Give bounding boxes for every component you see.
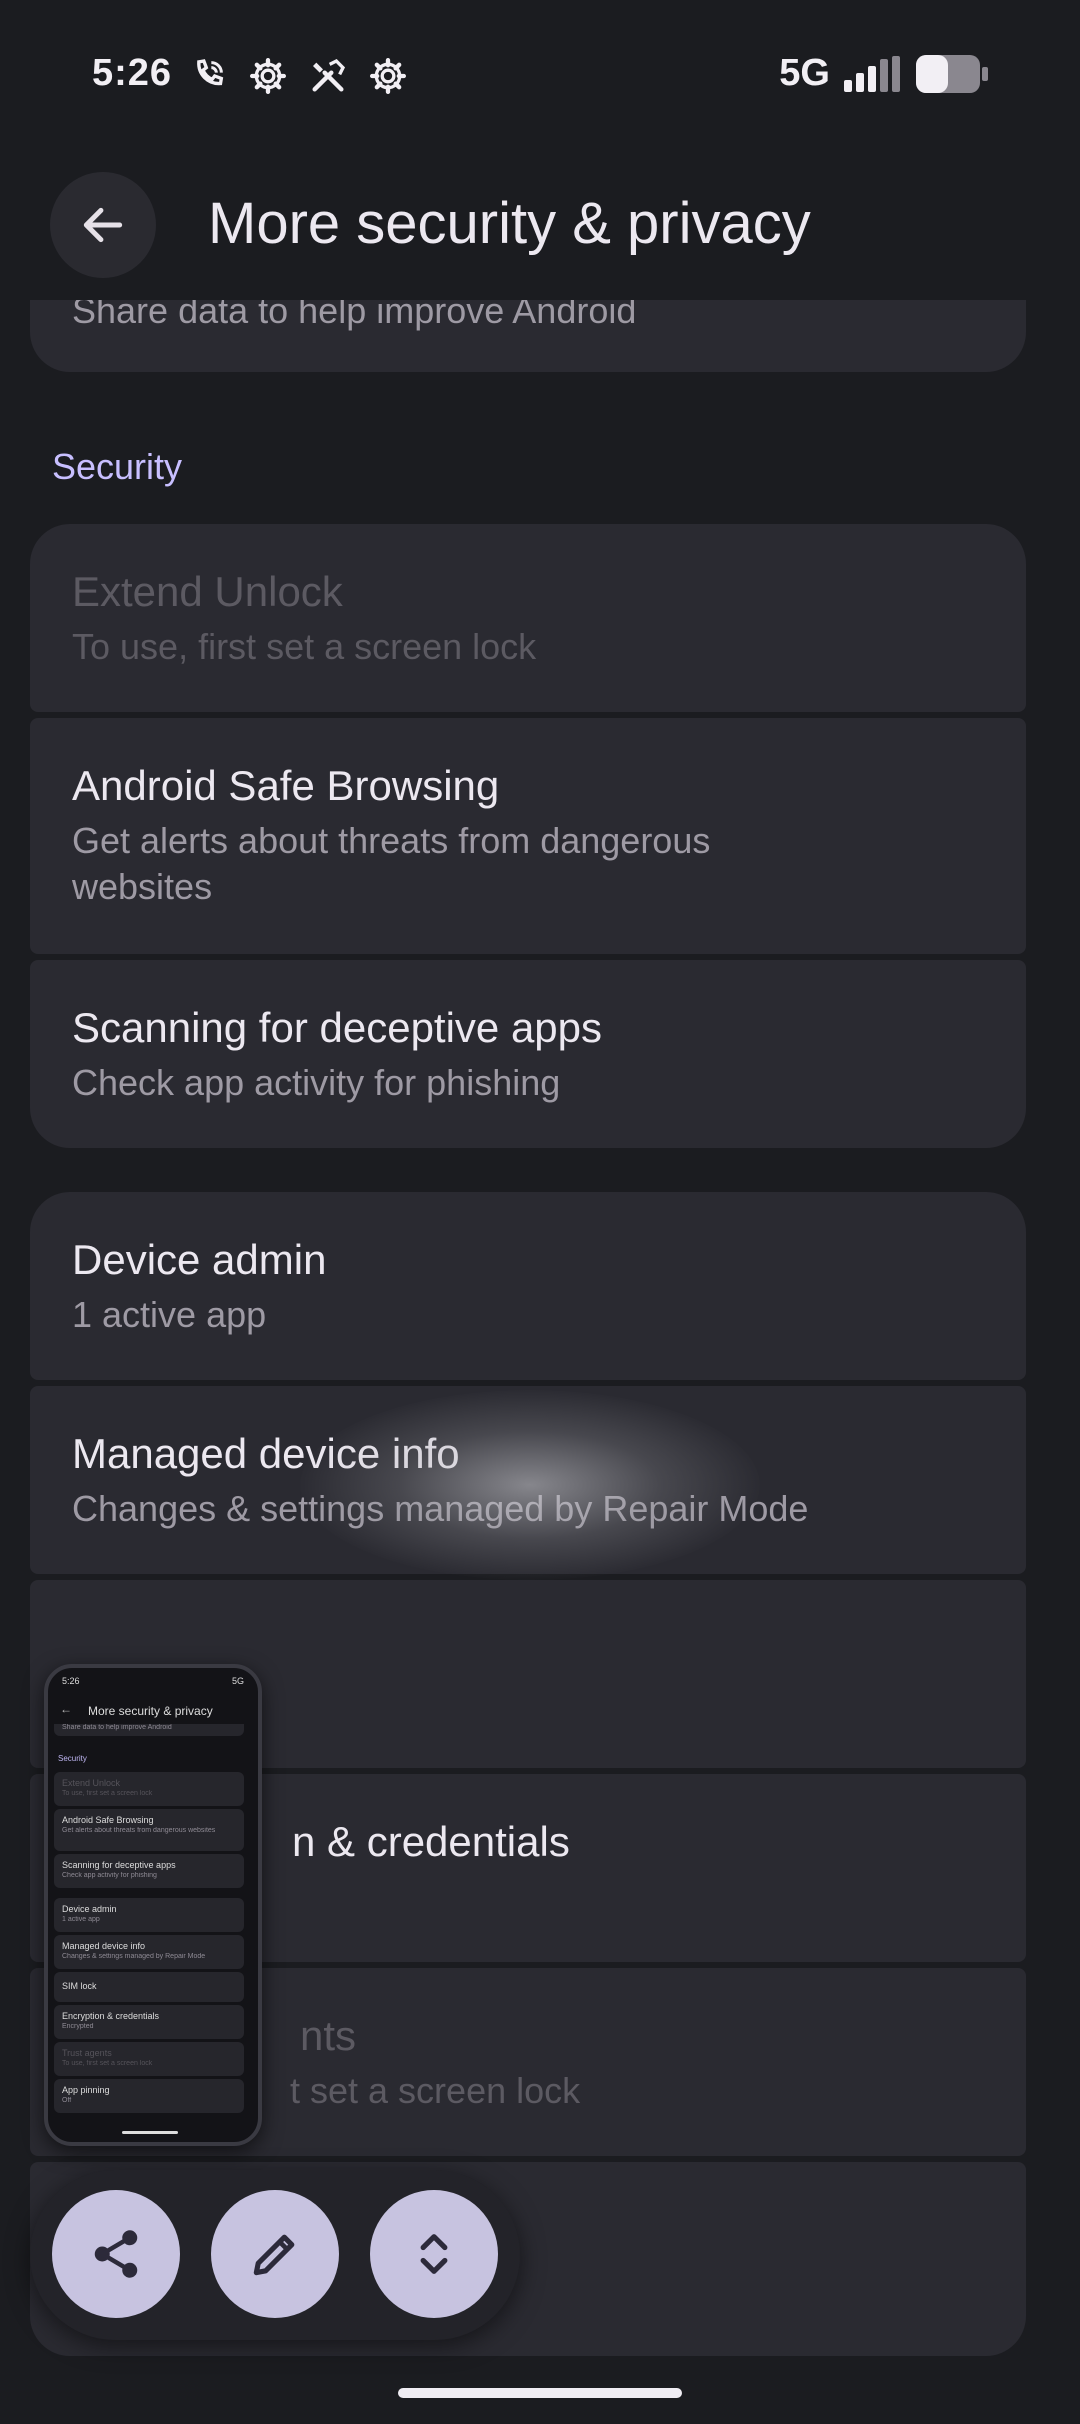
thumb-section: Security	[58, 1754, 87, 1763]
signal-icon	[844, 55, 900, 92]
status-time: 5:26	[92, 52, 173, 94]
item-title: nts	[300, 2012, 357, 2059]
network-type: 5G	[779, 52, 830, 94]
app-bar: More security & privacy	[0, 150, 1080, 300]
thumb-row-subtitle: Off	[62, 2097, 72, 2104]
item-title: Extend Unlock	[72, 568, 343, 615]
extend-unlock-item[interactable]: Extend Unlock To use, first set a screen…	[30, 524, 1026, 712]
thumb-back-icon: ←	[60, 1702, 72, 1716]
thumb-row-title: SIM lock	[62, 1981, 97, 1991]
thumb-row-subtitle: Share data to help improve Android	[62, 1724, 172, 1731]
section-header-security: Security	[52, 446, 183, 487]
settings-icon	[370, 58, 406, 95]
item-title: Managed device info	[72, 1430, 460, 1477]
thumb-row-title: Scanning for deceptive apps	[62, 1860, 176, 1870]
thumb-row-subtitle: 1 active app	[62, 1916, 100, 1923]
home-indicator[interactable]	[398, 2388, 682, 2398]
back-button[interactable]	[50, 172, 156, 278]
screenshot-preview[interactable]: 5:26 5G ← More security & privacy Share …	[44, 1664, 262, 2146]
tools-icon	[312, 58, 346, 92]
item-title: n & credentials	[292, 1818, 570, 1865]
thumb-row-subtitle: Changes & settings managed by Repair Mod…	[62, 1953, 206, 1960]
thumb-row: Device admin 1 active app	[54, 1898, 244, 1932]
thumb-row-title: App pinning	[62, 2085, 110, 2095]
item-subtitle: Changes & settings managed by Repair Mod…	[72, 1488, 809, 1529]
android-safe-browsing-item[interactable]: Android Safe Browsing Get alerts about t…	[30, 718, 1026, 954]
thumb-network: 5G	[231, 1676, 244, 1686]
thumb-row-title: Device admin	[62, 1904, 117, 1914]
item-title: Scanning for deceptive apps	[72, 1004, 603, 1051]
battery-icon	[916, 54, 988, 93]
thumb-time: 5:26	[62, 1676, 80, 1686]
thumb-row: App pinning Off	[54, 2079, 244, 2113]
page-title: More security & privacy	[208, 191, 811, 256]
thumb-row: Share data to help improve Android	[54, 1724, 244, 1736]
thumb-row: Trust agents To use, first set a screen …	[54, 2042, 244, 2076]
thumb-row: Encryption & credentials Encrypted	[54, 2005, 244, 2039]
expand-capture-button[interactable]	[370, 2190, 498, 2318]
wifi-calling-icon	[197, 59, 224, 86]
thumb-row-subtitle: Check app activity for phishing	[62, 1872, 157, 1879]
thumb-row: Managed device info Changes & settings m…	[54, 1935, 244, 1969]
edit-button[interactable]	[211, 2190, 339, 2318]
item-title: Device admin	[72, 1236, 327, 1283]
usage-diagnostics-item[interactable]: Share data to help improve Android	[30, 300, 1026, 372]
thumb-row: SIM lock	[54, 1972, 244, 2002]
thumb-title: More security & privacy	[88, 1704, 213, 1718]
status-icons	[188, 56, 408, 96]
status-bar: 5:26 5G	[0, 0, 1080, 150]
managed-device-info-item[interactable]: Managed device info Changes & settings m…	[30, 1386, 1026, 1574]
item-subtitle: Share data to help improve Android	[72, 300, 637, 331]
thumb-row-subtitle: To use, first set a screen lock	[62, 1790, 153, 1797]
thumb-row-title: Android Safe Browsing	[62, 1815, 154, 1825]
edit-pencil-icon	[253, 2234, 295, 2276]
thumb-row-title: Extend Unlock	[62, 1778, 121, 1788]
thumb-home-indicator	[122, 2131, 178, 2134]
thumb-row-title: Managed device info	[62, 1941, 146, 1951]
settings-icon	[250, 58, 286, 95]
thumb-row-subtitle: Encrypted	[62, 2023, 94, 2030]
thumb-row: Android Safe Browsing Get alerts about t…	[54, 1809, 244, 1851]
item-subtitle: Get alerts about threats from dangerous …	[72, 820, 711, 907]
arrow-back-icon	[83, 207, 123, 243]
item-title: Android Safe Browsing	[72, 762, 500, 809]
item-subtitle: 1 active app	[72, 1294, 267, 1335]
thumb-row-subtitle: Get alerts about threats from dangerous …	[62, 1827, 216, 1834]
thumb-row-title: Encryption & credentials	[62, 2011, 160, 2021]
share-icon	[94, 2230, 138, 2278]
item-subtitle: t set a screen lock	[290, 2070, 581, 2111]
thumb-row: Extend Unlock To use, first set a screen…	[54, 1772, 244, 1806]
thumb-row-title: Trust agents	[62, 2048, 112, 2058]
thumb-row-subtitle: To use, first set a screen lock	[62, 2060, 153, 2067]
expand-scroll-icon	[420, 2234, 448, 2274]
share-button[interactable]	[52, 2190, 180, 2318]
device-admin-item[interactable]: Device admin 1 active app	[30, 1192, 1026, 1380]
item-subtitle: To use, first set a screen lock	[72, 626, 537, 667]
thumb-row: Scanning for deceptive apps Check app ac…	[54, 1854, 244, 1888]
item-subtitle: Check app activity for phishing	[72, 1062, 561, 1103]
scanning-deceptive-apps-item[interactable]: Scanning for deceptive apps Check app ac…	[30, 960, 1026, 1148]
